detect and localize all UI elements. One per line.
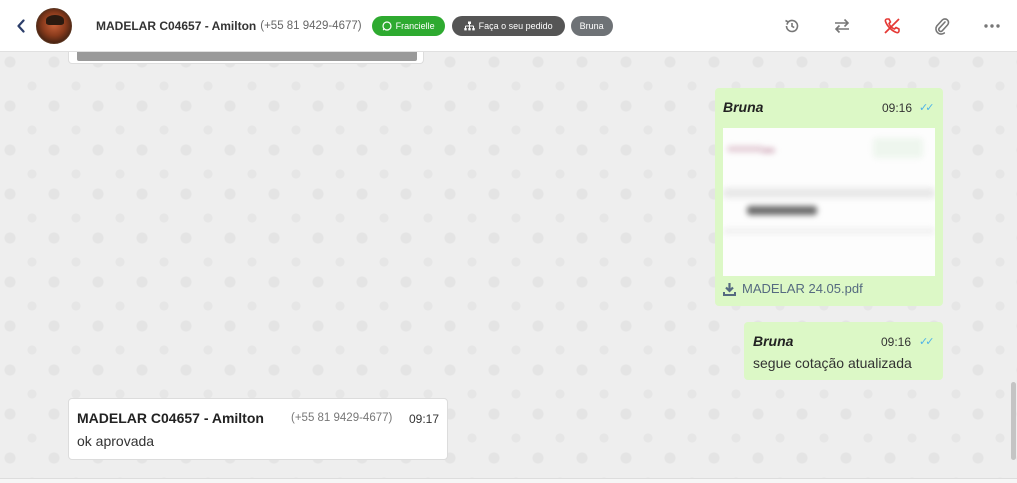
message-sender-phone: (+55 81 9429-4677) xyxy=(291,412,393,424)
message-sender: Bruna xyxy=(723,99,764,115)
attach-button[interactable] xyxy=(917,0,967,52)
preview-blur xyxy=(723,228,935,234)
message-sender: MADELAR C04657 - Amilton xyxy=(77,410,264,426)
header-actions xyxy=(767,0,1017,52)
end-call-icon xyxy=(884,18,900,34)
sector-label: Faça o seu pedido xyxy=(478,20,553,31)
preview-blur xyxy=(747,206,817,215)
sector-tag[interactable]: Faça o seu pedido xyxy=(451,15,565,36)
chevron-left-icon xyxy=(17,18,25,33)
message-time: 09:17 xyxy=(409,412,440,426)
whatsapp-agent-tag[interactable]: Francielle xyxy=(371,15,445,36)
attachment-filename: MADELAR 24.05.pdf xyxy=(742,281,863,296)
history-icon xyxy=(785,19,799,33)
message-text: segue cotação atualizada xyxy=(753,355,912,371)
contact-name: MADELAR C04657 - Amilton xyxy=(96,18,257,33)
history-button[interactable] xyxy=(767,0,817,52)
paperclip-icon xyxy=(935,18,950,35)
previous-attachment-bubble xyxy=(68,52,424,64)
attachment-preview[interactable] xyxy=(723,128,935,276)
read-receipt-icon: ✓✓ xyxy=(919,336,935,348)
more-icon xyxy=(984,24,1000,28)
end-call-button[interactable] xyxy=(867,0,917,52)
whatsapp-agent-label: Francielle xyxy=(395,20,435,31)
message-sender: Bruna xyxy=(753,333,794,349)
preview-blur xyxy=(723,188,935,198)
transfer-icon xyxy=(834,18,850,34)
message-time: 09:16 xyxy=(881,335,912,349)
scroll-thumb[interactable] xyxy=(1011,382,1016,460)
message-text: ok aprovada xyxy=(77,433,155,449)
previous-attachment-preview[interactable] xyxy=(77,52,417,61)
preview-blur xyxy=(727,146,763,152)
back-button[interactable] xyxy=(12,18,30,33)
avatar[interactable] xyxy=(36,7,72,44)
chat-header: MADELAR C04657 - Amilton (+55 81 9429-46… xyxy=(0,0,1017,52)
assignee-tag[interactable]: Bruna xyxy=(570,15,613,36)
message-bubble-outgoing: Bruna 09:16 ✓✓ segue cotação atualizada xyxy=(744,322,943,380)
message-time: 09:16 xyxy=(882,101,913,115)
chat-scrollbar[interactable] xyxy=(1010,52,1017,483)
whatsapp-icon xyxy=(381,20,392,31)
transfer-button[interactable] xyxy=(817,0,867,52)
preview-blur xyxy=(873,138,923,158)
preview-blur xyxy=(761,148,775,153)
assignee-label: Bruna xyxy=(579,20,604,31)
message-bubble-outgoing: Bruna 09:16 ✓✓ MADELAR 24.05.pdf xyxy=(715,88,943,306)
read-receipt-icon: ✓✓ xyxy=(919,102,935,114)
message-bubble-incoming: MADELAR C04657 - Amilton (+55 81 9429-46… xyxy=(68,398,448,460)
chat-area: Bruna 09:16 ✓✓ MADELAR 24.05.pdf Bruna 0… xyxy=(0,52,1017,483)
sitemap-icon xyxy=(463,21,475,30)
download-icon xyxy=(723,282,736,296)
attachment-download-link[interactable]: MADELAR 24.05.pdf xyxy=(723,281,863,296)
more-options-button[interactable] xyxy=(967,0,1017,52)
composer-edge xyxy=(0,478,1017,483)
contact-phone: (+55 81 9429-4677) xyxy=(260,19,362,32)
